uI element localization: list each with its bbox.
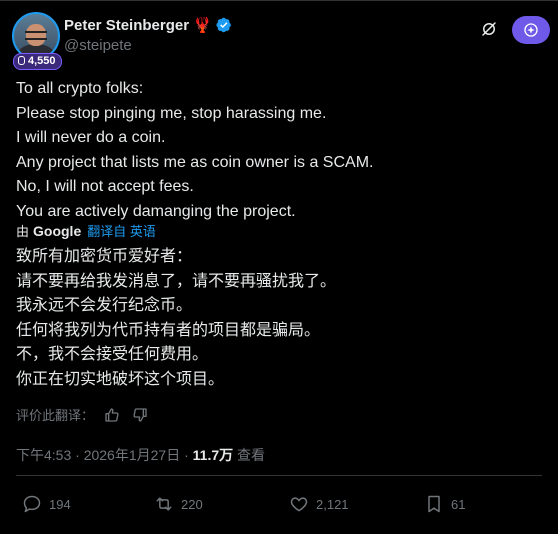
google-logo-text: Google (33, 222, 82, 239)
tweet-time[interactable]: 下午4:53 (16, 447, 71, 463)
like-icon (290, 497, 308, 512)
like-button[interactable]: 2,121 (289, 494, 349, 514)
repost-button[interactable]: 220 (154, 494, 203, 514)
tweet-date[interactable]: 2026年1月27日 (84, 447, 181, 463)
view-count: 11.7万 (192, 447, 234, 463)
meta-separator: · (184, 447, 189, 463)
ai-sparkle-icon (524, 23, 538, 37)
tweet-line: No, I will not accept fees. (16, 178, 194, 195)
spaces-listener-badge[interactable]: 4,550 (13, 53, 62, 70)
rate-translation: 评价此翻译： (16, 405, 148, 424)
translated-text: 致所有加密货币爱好者： 请不要再给我发消息了，请不要再骚扰我了。 我永远不会发行… (16, 245, 546, 392)
bookmark-icon (428, 495, 440, 513)
tweet-text: To all crypto folks: Please stop pinging… (16, 77, 546, 224)
views-label: 查看 (237, 447, 266, 463)
translation-by-label: 由 (16, 224, 30, 239)
verified-badge-icon[interactable] (216, 17, 232, 33)
grok-icon[interactable] (480, 20, 498, 38)
tweet-metadata: 下午4:53 · 2026年1月27日 · 11.7万 查看 (16, 445, 265, 465)
lobster-emoji: 🦞 (193, 17, 212, 34)
thumbs-up-icon[interactable] (104, 407, 120, 423)
meta-separator: · (75, 447, 80, 463)
author-name[interactable]: Peter Steinberger (64, 17, 189, 34)
rate-translation-label: 评价此翻译： (16, 408, 95, 423)
tweet-line: I will never do a coin. (16, 129, 166, 146)
author-handle[interactable]: @steipete (64, 37, 132, 54)
ai-sparkle-button[interactable] (512, 16, 550, 44)
translated-line: 请不要再给我发消息了，请不要再骚扰我了。 (16, 272, 337, 290)
translated-line: 你正在切实地破坏这个项目。 (16, 370, 225, 388)
bookmark-count: 61 (451, 496, 466, 512)
repost-count: 220 (181, 496, 203, 512)
tweet-actions: 194 220 2,121 61 (16, 494, 542, 516)
author-name-row: Peter Steinberger 🦞 (64, 16, 232, 34)
thumbs-down-icon[interactable] (132, 407, 148, 423)
tweet-line: To all crypto folks: (16, 80, 144, 97)
tweet-line: Please stop pinging me, stop harassing m… (16, 104, 327, 122)
badge-count: 4,550 (28, 55, 56, 67)
translated-line: 我永远不会发行纪念币。 (16, 297, 193, 314)
reply-count: 194 (49, 496, 71, 512)
repost-icon (156, 497, 172, 511)
bookmark-button[interactable]: 61 (424, 494, 465, 514)
top-divider (0, 0, 558, 1)
translated-from-link[interactable]: 翻译自 英语 (87, 221, 156, 240)
mic-icon (18, 56, 25, 65)
translated-line: 不，我不会接受任何费用。 (16, 346, 209, 363)
translated-line: 任何将我列为代币持有者的项目都是骗局。 (16, 321, 321, 339)
reply-icon (23, 495, 41, 513)
tweet-line: Any project that lists me as coin owner … (16, 153, 374, 171)
reply-button[interactable]: 194 (22, 494, 71, 514)
like-count: 2,121 (316, 496, 349, 512)
translated-line: 致所有加密货币爱好者： (16, 248, 193, 265)
actions-divider (16, 475, 542, 476)
translation-attribution: 由 Google 翻译自 英语 (16, 221, 156, 240)
